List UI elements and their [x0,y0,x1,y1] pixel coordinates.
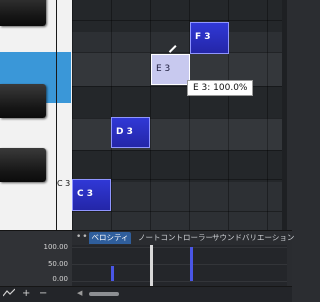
grid-line [72,211,287,212]
tab-note-controller[interactable]: ノートコントローラー [138,232,213,244]
axis-label-max: 100.00 [43,243,69,251]
note-label: F 3 [195,32,211,42]
axis-label-mid: 50.00 [47,260,68,268]
lane [72,150,287,182]
tab-velocity[interactable]: ベロシティ [89,232,131,244]
lane [72,0,287,32]
velocity-tooltip: E 3: 100.0% [187,80,254,96]
tab-sound-variation[interactable]: サウンドバリエーション [212,232,294,244]
horizontal-scroll-thumb[interactable] [89,292,119,296]
lane [72,86,287,118]
line-draw-icon[interactable] [2,288,16,300]
note-grid[interactable]: F 3 E 3 D 3 C 3 E 3: 100.0% [72,0,287,230]
black-key[interactable] [0,0,46,26]
piano-divider [56,0,57,230]
lane-tabs: ••• ベロシティ ノートコントローラー サウンドバリエーション [72,231,294,245]
velocity-axis: 100.00 50.00 0.00 [0,231,72,286]
grid-line [72,86,287,87]
note-label: D 3 [116,127,133,137]
note-f3[interactable]: F 3 [190,22,229,54]
velocity-bar-d3[interactable] [111,265,114,281]
black-key[interactable] [0,84,46,118]
grid-line [72,118,287,119]
axis-label-min: 0.00 [52,275,68,283]
note-c3[interactable]: C 3 [72,179,111,211]
black-key[interactable] [0,148,46,182]
key-label-c3: C 3 [57,179,71,188]
playhead[interactable] [150,245,153,286]
lower-editor: 100.00 50.00 0.00 ••• ベロシティ ノートコントローラー サ… [0,230,294,302]
lane [72,118,287,150]
scroll-left-icon[interactable]: ◀ [77,289,82,297]
zoom-in-button[interactable]: + [22,288,30,300]
note-e3-selected[interactable]: E 3 [151,54,190,85]
note-label: C 3 [77,189,94,199]
grid-line [72,264,287,265]
grid-line [72,20,287,21]
zoom-out-button[interactable]: − [39,288,47,300]
velocity-bar-f3[interactable] [190,247,193,281]
grid-line [72,150,287,151]
piano-keyboard[interactable]: C 3 [0,0,73,230]
note-d3[interactable]: D 3 [111,117,150,148]
grid-line [72,52,287,53]
velocity-editor[interactable] [72,245,287,286]
vertical-scrollbar[interactable] [282,0,287,230]
grid-line [72,281,287,282]
grid-line [72,247,287,248]
note-label: E 3 [156,64,171,74]
